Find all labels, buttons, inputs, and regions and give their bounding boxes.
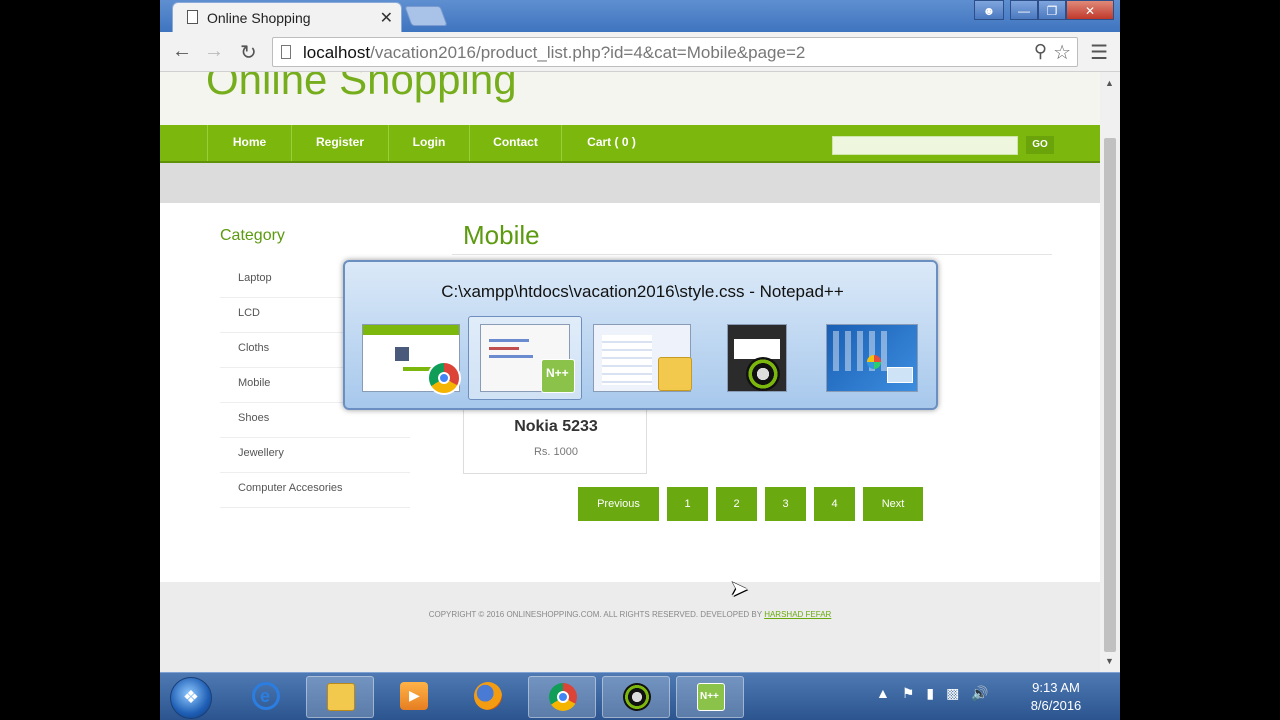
notepad-plus-plus-icon: N++ (697, 683, 725, 711)
taskbar-chrome[interactable] (528, 676, 596, 718)
page-icon (187, 10, 198, 24)
screen: Online Shopping ✕ ☻ — ❐ ✕ ← → ↻ localhos… (160, 0, 1120, 720)
switcher-thumb-camstudio[interactable] (727, 324, 787, 392)
window-switcher: C:\xampp\htdocs\vacation2016\style.css -… (343, 260, 938, 410)
back-arrow-icon[interactable]: ← (172, 40, 192, 63)
category-item-jewellery[interactable]: Jewellery (220, 438, 410, 473)
go-button[interactable]: GO (1026, 136, 1054, 154)
close-tab-icon[interactable]: ✕ (380, 8, 393, 28)
nav-cart[interactable]: Cart ( 0 ) (561, 125, 661, 161)
vertical-scrollbar[interactable]: ▲ ▼ (1100, 72, 1120, 672)
show-hidden-icons-icon[interactable]: ▲ (876, 685, 890, 709)
action-center-flag-icon[interactable]: ⚑ (902, 685, 915, 709)
firefox-icon (474, 682, 502, 710)
browser-titlebar: Online Shopping ✕ ☻ — ❐ ✕ (160, 0, 1120, 32)
url-text: localhost/vacation2016/product_list.php?… (303, 43, 806, 62)
taskbar-firefox[interactable] (454, 676, 522, 718)
nav-contact[interactable]: Contact (469, 125, 561, 161)
folder-icon (658, 357, 692, 391)
camera-icon (623, 683, 651, 711)
taskbar-camstudio[interactable] (602, 676, 670, 718)
notepad-plus-plus-icon: N++ (541, 359, 575, 393)
switcher-thumb-desktop[interactable] (826, 324, 918, 392)
search-icon[interactable]: ⚲ (1034, 41, 1047, 62)
folder-icon (327, 683, 355, 711)
network-icon[interactable]: ▩ (946, 685, 959, 709)
address-bar[interactable]: localhost/vacation2016/product_list.php?… (272, 37, 1078, 67)
browser-tab[interactable]: Online Shopping ✕ (172, 2, 402, 32)
banner-band (160, 163, 1100, 203)
chrome-icon (427, 361, 461, 395)
clock-date: 8/6/2016 (1030, 698, 1082, 713)
volume-icon[interactable]: 🔊 (971, 685, 988, 709)
nav-register[interactable]: Register (291, 125, 388, 161)
close-window-button[interactable]: ✕ (1066, 0, 1114, 20)
product-card[interactable]: Nokia 5233 Rs. 1000 (463, 402, 647, 474)
tab-title: Online Shopping (207, 10, 311, 26)
menu-icon[interactable]: ☰ (1090, 40, 1108, 65)
switcher-thumb-chrome[interactable] (362, 324, 461, 395)
scroll-down-icon[interactable]: ▼ (1105, 656, 1114, 666)
clock-time: 9:13 AM (1032, 680, 1080, 695)
page-title: Mobile (463, 220, 540, 250)
pagination-previous[interactable]: Previous (578, 487, 659, 521)
site-header: Online Shopping (160, 72, 1100, 125)
category-title: Category (220, 227, 285, 244)
search-input[interactable] (832, 136, 1018, 155)
pagination-next[interactable]: Next (863, 487, 923, 521)
pagination-page-3[interactable]: 3 (765, 487, 806, 521)
site-navbar: Home Register Login Contact Cart ( 0 ) G… (160, 125, 1100, 163)
internet-explorer-icon: e (252, 682, 280, 710)
category-item-computer-accesories[interactable]: Computer Accesories (220, 473, 410, 508)
heading-divider (452, 254, 1052, 255)
battery-icon[interactable]: ▮ (926, 685, 934, 709)
window-controls: ☻ — ❐ ✕ (974, 0, 1114, 20)
camera-icon (746, 357, 780, 391)
switcher-title: C:\xampp\htdocs\vacation2016\style.css -… (441, 282, 844, 301)
taskbar-media-player[interactable]: ▶ (380, 676, 448, 718)
switcher-thumb-explorer[interactable] (593, 324, 692, 392)
bookmark-star-icon[interactable]: ☆ (1053, 40, 1071, 65)
switcher-thumb-notepadpp[interactable]: N++ (480, 324, 575, 393)
minimize-button[interactable]: — (1010, 0, 1038, 20)
forward-arrow-icon[interactable]: → (204, 40, 224, 63)
maximize-button[interactable]: ❐ (1038, 0, 1066, 20)
copyright-text: COPYRIGHT © 2016 ONLINESHOPPING.COM. ALL… (428, 610, 832, 619)
mouse-cursor-icon: ➤ (730, 576, 749, 601)
product-price: Rs. 1000 (533, 446, 579, 458)
new-tab-button[interactable] (404, 6, 448, 26)
site-footer: COPYRIGHT © 2016 ONLINESHOPPING.COM. ALL… (160, 582, 1100, 672)
media-player-icon: ▶ (400, 682, 428, 710)
user-icon[interactable]: ☻ (974, 0, 1004, 20)
pagination-page-2[interactable]: 2 (716, 487, 757, 521)
scroll-thumb[interactable] (1104, 138, 1116, 652)
taskbar-ie[interactable]: e (232, 676, 300, 718)
taskbar-explorer[interactable] (306, 676, 374, 718)
taskbar-clock[interactable]: 9:13 AM 8/6/2016 (1016, 679, 1096, 715)
reload-icon[interactable]: ↻ (240, 40, 257, 65)
taskbar: ❖ e ▶ N++ ▲ ⚑ ▮ ▩ 🔊 9:13 AM 8/6/2016 (160, 672, 1120, 720)
pagination-page-4[interactable]: 4 (814, 487, 855, 521)
pagination-page-1[interactable]: 1 (667, 487, 708, 521)
site-title: Online Shopping (206, 72, 517, 103)
scroll-up-icon[interactable]: ▲ (1105, 78, 1114, 88)
nav-home[interactable]: Home (207, 125, 291, 161)
taskbar-notepadpp[interactable]: N++ (676, 676, 744, 718)
chrome-icon (549, 683, 577, 711)
browser-toolbar: ← → ↻ localhost/vacation2016/product_lis… (160, 32, 1120, 72)
windows-start-icon[interactable]: ❖ (170, 677, 212, 719)
product-name[interactable]: Nokia 5233 (464, 418, 648, 436)
system-tray: ▲ ⚑ ▮ ▩ 🔊 (876, 685, 989, 709)
nav-login[interactable]: Login (388, 125, 469, 161)
developer-link[interactable]: HARSHAD FEFAR (764, 610, 831, 619)
page-icon (281, 45, 291, 59)
